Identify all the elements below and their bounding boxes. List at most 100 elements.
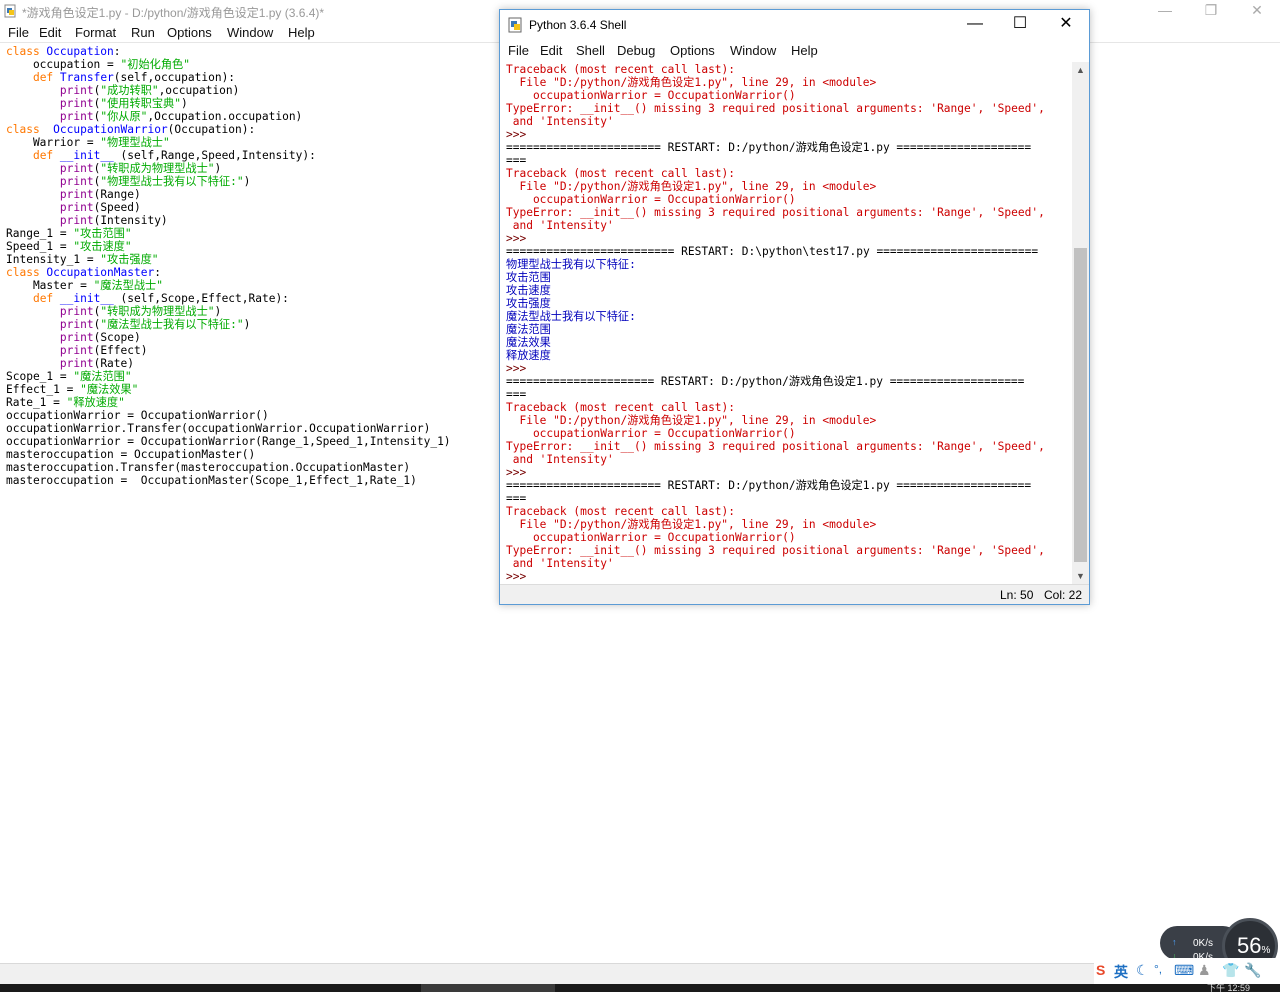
moon-icon[interactable]: ☾ (1136, 962, 1149, 979)
menu-help[interactable]: Help (288, 25, 315, 40)
status-column-number: Col: 22 (1044, 588, 1083, 602)
code-token: ,Occupation.occupation) (147, 110, 303, 123)
code-token: masteroccupation = OccupationMaster(Scop… (6, 474, 417, 487)
shell-close-icon[interactable]: ✕ (1043, 10, 1089, 40)
punctuation-icon[interactable]: °, (1154, 962, 1162, 976)
code-token: (Scope) (93, 331, 141, 344)
code-token: "魔法范围" (73, 370, 132, 383)
code-token: masteroccupation = OccupationMaster() (6, 448, 256, 461)
shell-line: File "D:/python/游戏角色设定1.py", line 29, in… (506, 518, 877, 531)
shell-line: and 'Intensity' (506, 557, 614, 570)
code-token: print (59, 344, 94, 357)
shell-menu-window[interactable]: Window (730, 43, 776, 58)
minimize-icon[interactable]: — (1142, 0, 1188, 22)
shell-line: === (506, 388, 527, 401)
code-token: ) (214, 305, 222, 318)
code-token: "攻击速度" (73, 240, 132, 253)
code-token: class (6, 45, 47, 58)
code-token: __init__ (59, 149, 114, 162)
code-token: print (59, 357, 94, 370)
menu-options[interactable]: Options (167, 25, 212, 40)
python-shell-icon (508, 17, 522, 33)
keyboard-icon[interactable]: ⌨ (1174, 962, 1194, 979)
shell-menu-debug[interactable]: Debug (617, 43, 655, 58)
memory-usage-percent: 56% (1237, 933, 1270, 959)
shell-scrollbar[interactable]: ▲ ▼ (1072, 62, 1089, 584)
user-icon[interactable]: ♟ (1198, 962, 1211, 979)
code-token: Intensity_1 = (6, 253, 101, 266)
code-token: "攻击范围" (73, 227, 132, 240)
scroll-down-icon[interactable]: ▼ (1072, 568, 1089, 584)
code-token: Effect_1 = (6, 383, 81, 396)
shell-line: and 'Intensity' (506, 219, 614, 232)
code-token: print (59, 175, 94, 188)
shell-line: Traceback (most recent call last): (506, 167, 736, 180)
shell-line: 释放速度 (506, 349, 551, 362)
shell-menu-help[interactable]: Help (791, 43, 818, 58)
code-token: (Occupation): (167, 123, 256, 136)
code-token: (Intensity) (93, 214, 168, 227)
shell-menu-options[interactable]: Options (670, 43, 715, 58)
code-token: (self,occupation): (113, 71, 236, 84)
sogou-ime-icon[interactable]: S (1096, 962, 1105, 978)
shell-line: === (506, 154, 527, 167)
taskbar-active-item[interactable] (421, 984, 555, 992)
code-token: Rate_1 = (6, 396, 67, 409)
code-token: print (59, 305, 94, 318)
shell-line: >>> (506, 232, 533, 245)
shell-title: Python 3.6.4 Shell (529, 18, 627, 32)
shell-line: 魔法范围 (506, 323, 551, 336)
taskbar: 下午 12:59 (0, 983, 1280, 993)
code-token: "魔法效果" (80, 383, 139, 396)
shell-line: TypeError: __init__() missing 3 required… (506, 440, 1045, 453)
shell-line: 攻击速度 (506, 284, 551, 297)
shell-minimize-icon[interactable]: — (952, 10, 998, 40)
tshirt-icon[interactable]: 👕 (1222, 962, 1239, 979)
shell-titlebar[interactable]: Python 3.6.4 Shell — ☐ ✕ (500, 10, 1089, 40)
code-token: print (59, 110, 94, 123)
code-token: "转职成为物理型战士" (100, 162, 215, 175)
code-token: __init__ (59, 292, 114, 305)
code-token: "魔法型战士" (93, 279, 163, 292)
shell-statusbar: Ln: 50 Col: 22 (500, 584, 1089, 604)
shell-line: >>> (506, 128, 533, 141)
shell-line: occupationWarrior = OccupationWarrior() (506, 531, 796, 544)
code-token: print (59, 318, 94, 331)
code-token: print (59, 162, 94, 175)
shell-line: File "D:/python/游戏角色设定1.py", line 29, in… (506, 180, 877, 193)
tools-icon[interactable]: 🔧 (1244, 962, 1261, 979)
menu-format[interactable]: Format (75, 25, 116, 40)
code-token: (Range) (93, 188, 141, 201)
menu-window[interactable]: Window (227, 25, 273, 40)
shell-line: File "D:/python/游戏角色设定1.py", line 29, in… (506, 414, 877, 427)
code-token: "释放速度" (66, 396, 125, 409)
restore-icon[interactable]: ❐ (1188, 0, 1234, 22)
shell-maximize-icon[interactable]: ☐ (997, 10, 1043, 40)
shell-line: >>> (506, 570, 533, 583)
code-token: class (6, 123, 54, 136)
shell-menu-edit[interactable]: Edit (540, 43, 562, 58)
shell-output-text[interactable]: Traceback (most recent call last): File … (506, 63, 1074, 585)
shell-line: === (506, 492, 527, 505)
code-token: Speed_1 = (6, 240, 74, 253)
scroll-up-icon[interactable]: ▲ (1072, 62, 1089, 78)
menu-run[interactable]: Run (131, 25, 155, 40)
code-token: def (32, 292, 60, 305)
shell-menu-shell[interactable]: Shell (576, 43, 605, 58)
code-token: Warrior = (6, 136, 101, 149)
ime-language-toggle[interactable]: 英 (1114, 962, 1128, 982)
close-icon[interactable]: ✕ (1234, 0, 1280, 22)
menu-edit[interactable]: Edit (39, 25, 61, 40)
shell-menubar: File Edit Shell Debug Options Window Hel… (500, 40, 1089, 62)
shell-menu-file[interactable]: File (508, 43, 529, 58)
code-token: "使用转职宝典" (100, 97, 181, 110)
shell-line: TypeError: __init__() missing 3 required… (506, 544, 1045, 557)
scroll-thumb[interactable] (1074, 248, 1087, 562)
menu-file[interactable]: File (8, 25, 29, 40)
